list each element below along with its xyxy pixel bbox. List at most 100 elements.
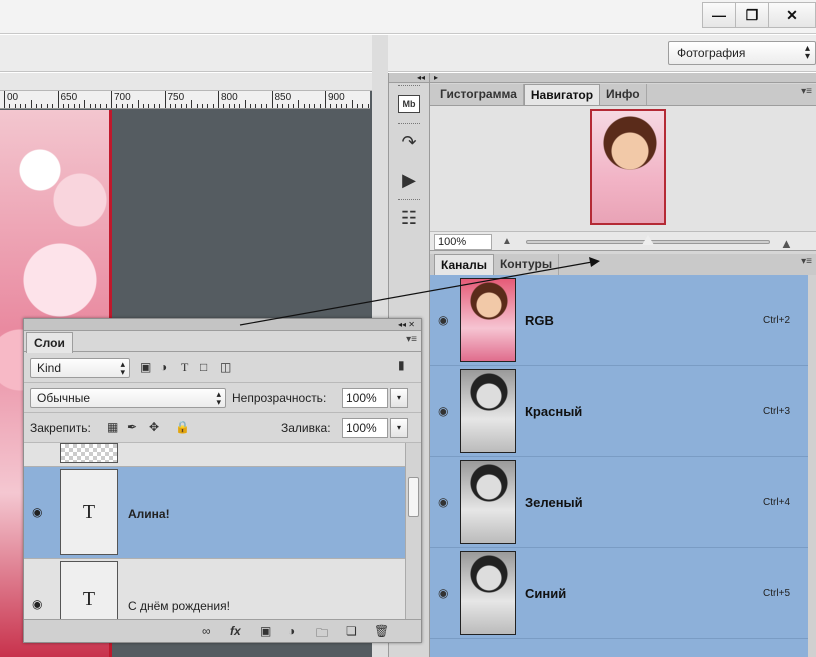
zoom-out-icon[interactable]: ▲ xyxy=(502,236,512,247)
tab-channels[interactable]: Каналы xyxy=(434,254,494,275)
fx-icon[interactable]: fx xyxy=(230,624,241,638)
ruler-label: 650 xyxy=(60,92,78,103)
layers-scrollbar-thumb[interactable] xyxy=(408,477,419,517)
eye-icon[interactable]: ◉ xyxy=(32,505,42,519)
layers-scrollbar[interactable] xyxy=(405,443,421,619)
layer-row[interactable]: ◉ T С днём рождения! xyxy=(24,559,405,619)
link-icon[interactable]: ∞ xyxy=(202,624,211,638)
folder-icon[interactable]: 🗀 xyxy=(316,624,328,645)
fill-input[interactable]: 100% xyxy=(342,418,388,438)
ruler-minor-tick xyxy=(276,104,278,108)
new-layer-icon[interactable]: ❏ xyxy=(346,624,357,638)
layer-row[interactable]: ◉ T Алина! xyxy=(24,467,405,559)
channel-thumbnail xyxy=(460,460,516,544)
tab-layers[interactable]: Слои xyxy=(26,332,73,353)
ruler-major-tick xyxy=(4,91,5,108)
zoom-input[interactable]: 100% xyxy=(434,234,492,250)
ruler-label: 800 xyxy=(221,92,238,103)
eye-icon[interactable]: ◉ xyxy=(438,404,448,418)
ruler-label: 700 xyxy=(114,92,131,103)
trash-icon[interactable]: 🗑 xyxy=(374,624,389,638)
tab-info[interactable]: Инфо xyxy=(600,84,647,105)
ruler-minor-tick xyxy=(308,104,310,108)
history-tool[interactable]: ↷ xyxy=(392,123,426,159)
channels-menu-icon[interactable]: ▾≡ xyxy=(801,256,812,267)
workspace-select[interactable]: Фотография ▴ ▾ xyxy=(668,41,816,65)
navigator-thumbnail[interactable] xyxy=(590,109,666,225)
eye-icon[interactable]: ◉ xyxy=(438,495,448,509)
ruler-label: 750 xyxy=(167,92,185,103)
restore-button[interactable]: ❐ xyxy=(735,2,769,28)
zoom-slider-handle[interactable] xyxy=(642,235,654,245)
layer-row[interactable] xyxy=(24,443,405,467)
ruler-minor-tick xyxy=(266,104,268,108)
layer-thumbnail-type-icon: T xyxy=(60,469,118,555)
ruler-label: 00 xyxy=(7,92,19,103)
filter-adjustment-icon[interactable]: ◑ xyxy=(160,360,167,374)
panel-menu-icon[interactable]: ▾≡ xyxy=(801,86,812,97)
tab-navigator[interactable]: Навигатор xyxy=(523,84,601,105)
actions-tool[interactable]: ▶ xyxy=(392,163,426,197)
lock-transparent-icon[interactable]: ▦ xyxy=(107,420,118,434)
add-mask-icon[interactable]: ▣ xyxy=(260,624,271,638)
ruler-minor-tick xyxy=(362,104,364,108)
opacity-input[interactable]: 100% xyxy=(342,388,388,408)
channel-row[interactable]: ◉ Зеленый Ctrl+4 xyxy=(430,457,808,548)
ruler-minor-tick xyxy=(180,104,182,108)
filter-type-icon[interactable]: T xyxy=(181,360,188,375)
adjustment-layer-icon[interactable]: ◑ xyxy=(288,624,295,638)
ruler-major-tick xyxy=(271,91,273,108)
eye-icon[interactable]: ◉ xyxy=(32,597,42,611)
filter-kind-select[interactable]: Kind ▴ ▾ xyxy=(30,358,130,378)
ruler-minor-tick xyxy=(30,100,32,108)
ruler-minor-tick xyxy=(330,104,332,108)
tab-paths[interactable]: Контуры xyxy=(494,254,560,275)
ruler-minor-tick xyxy=(234,104,236,108)
filter-smart-object-icon[interactable]: ◫ xyxy=(220,360,231,374)
close-button[interactable]: ✕ xyxy=(768,2,816,28)
eye-icon[interactable]: ◉ xyxy=(438,586,448,600)
minimize-button[interactable]: — xyxy=(702,2,736,28)
mini-bridge-tool[interactable]: Mb xyxy=(392,85,426,121)
eye-icon[interactable]: ◉ xyxy=(438,313,448,327)
ruler-minor-tick xyxy=(132,104,134,108)
fill-dropdown-button[interactable]: ▾ xyxy=(390,418,408,438)
ruler-minor-tick xyxy=(62,104,64,108)
layer-name[interactable]: С днём рождения! xyxy=(128,599,230,613)
dock-collapse-icon[interactable]: ◂◂ xyxy=(389,73,429,83)
filter-shape-icon[interactable]: □ xyxy=(200,360,207,374)
tab-histogram[interactable]: Гистограмма xyxy=(434,84,524,105)
ruler-major-tick xyxy=(111,91,112,108)
channels-scrollbar[interactable] xyxy=(808,275,816,657)
layer-name[interactable]: Алина! xyxy=(128,507,170,521)
tool-presets-tool[interactable]: ☷ xyxy=(392,199,426,235)
blend-mode-select[interactable]: Обычные ▴ ▾ xyxy=(30,388,226,408)
ruler-minor-tick xyxy=(250,104,252,108)
channel-shortcut: Ctrl+2 xyxy=(763,315,790,326)
layers-list: ◉ T Алина! ◉ T С днём рождения! xyxy=(24,443,405,619)
horizontal-ruler[interactable]: 00 650 700 750 800 850 900 xyxy=(0,91,370,109)
ruler-minor-tick xyxy=(239,104,241,108)
layers-panel-titlebar[interactable]: ◂◂ ✕ xyxy=(24,319,421,331)
lock-all-icon[interactable]: 🔒 xyxy=(175,420,190,434)
filter-toggle-icon[interactable]: ▮ xyxy=(398,358,405,372)
options-bar: Фотография ▴ ▾ xyxy=(0,35,816,72)
ruler-minor-tick xyxy=(346,104,348,108)
channel-row[interactable]: ◉ RGB Ctrl+2 xyxy=(430,275,808,366)
filter-pixel-icon[interactable]: ▣ xyxy=(140,360,151,374)
channel-row[interactable]: ◉ Синий Ctrl+5 xyxy=(430,548,808,639)
ruler-minor-tick xyxy=(143,104,145,108)
opacity-dropdown-button[interactable]: ▾ xyxy=(390,388,408,408)
ruler-minor-tick xyxy=(68,104,70,108)
channel-row[interactable]: ◉ Красный Ctrl+3 xyxy=(430,366,808,457)
channels-tabs: Каналы Контуры ▾≡ xyxy=(430,254,816,276)
lock-brush-icon[interactable]: ✒ xyxy=(127,420,137,434)
channels-list: ◉ RGB Ctrl+2 ◉ Красный Ctrl+3 ◉ Зеленый … xyxy=(430,275,808,657)
lock-move-icon[interactable]: ✥ xyxy=(149,420,159,434)
ruler-minor-tick xyxy=(46,104,48,108)
ruler-minor-tick xyxy=(94,104,96,108)
ruler-minor-tick xyxy=(52,104,54,108)
layers-menu-icon[interactable]: ▾≡ xyxy=(406,334,417,345)
panel-collapse-bar[interactable]: ▸ xyxy=(430,73,816,83)
zoom-in-icon[interactable]: ▲ xyxy=(780,236,793,251)
